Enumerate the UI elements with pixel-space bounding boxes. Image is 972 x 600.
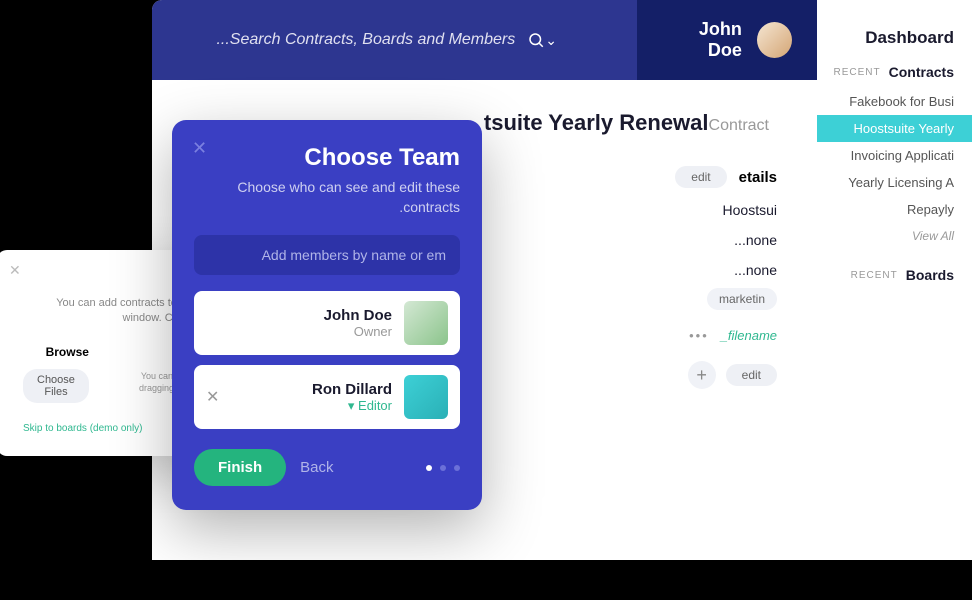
sidebar: Dashboard Contracts RECENT Fakebook for … bbox=[817, 0, 972, 560]
choose-files-button[interactable]: Choose Files bbox=[23, 369, 89, 403]
user-menu[interactable]: John Doe bbox=[662, 19, 792, 61]
member-role-dropdown[interactable]: Editor ▾ bbox=[231, 398, 392, 414]
sidebar-item-0[interactable]: Fakebook for Busi bbox=[817, 88, 972, 115]
member-role: Owner bbox=[206, 324, 392, 339]
back-button[interactable]: Back bbox=[300, 459, 333, 476]
modal-title: Choose Team bbox=[194, 144, 460, 172]
sidebar-item-1[interactable]: Hoostsuite Yearly bbox=[817, 115, 972, 142]
search-icon bbox=[527, 31, 545, 49]
sidebar-item-4[interactable]: Repayly bbox=[817, 196, 972, 223]
member-name: Ron Dillard bbox=[231, 381, 392, 398]
sidebar-viewall[interactable]: View All bbox=[817, 223, 972, 249]
member-input[interactable] bbox=[194, 235, 460, 275]
close-icon[interactable]: ✕ bbox=[192, 138, 207, 159]
remove-member-icon[interactable]: ✕ bbox=[206, 387, 219, 407]
avatar bbox=[404, 301, 448, 345]
member-card-0: John Doe Owner bbox=[194, 291, 460, 355]
search[interactable]: Search Contracts, Boards and Members... bbox=[216, 31, 545, 49]
details-heading: etails bbox=[739, 169, 777, 186]
avatar bbox=[404, 375, 448, 419]
nav-boards-header[interactable]: Boards RECENT bbox=[817, 259, 972, 291]
tag-pill[interactable]: marketin bbox=[707, 288, 777, 310]
avatar bbox=[757, 22, 792, 58]
sidebar-item-2[interactable]: Invoicing Applicati bbox=[817, 142, 972, 169]
browse-col: Browse Choose Files bbox=[23, 345, 89, 403]
member-name: John Doe bbox=[206, 307, 392, 324]
close-icon[interactable]: ✕ bbox=[9, 262, 21, 279]
edit-button-2[interactable]: edit bbox=[726, 364, 777, 386]
edit-button[interactable]: edit bbox=[675, 166, 726, 188]
nav-dashboard[interactable]: Dashboard bbox=[817, 20, 972, 56]
topbar-nav: ⌄ Search Contracts, Boards and Members..… bbox=[152, 0, 637, 80]
modal-subtitle: Choose who can see and edit these contra… bbox=[194, 178, 460, 217]
more-icon[interactable]: ••• bbox=[689, 328, 709, 343]
chevron-down-icon[interactable]: ⌄ bbox=[545, 32, 557, 49]
nav-contracts-header[interactable]: Contracts RECENT bbox=[817, 56, 972, 88]
member-card-1: Ron Dillard Editor ▾ ✕ bbox=[194, 365, 460, 429]
sidebar-item-3[interactable]: Yearly Licensing A bbox=[817, 169, 972, 196]
add-button[interactable]: + bbox=[688, 361, 716, 389]
topbar-user: John Doe bbox=[637, 0, 817, 80]
finish-button[interactable]: Finish bbox=[194, 449, 286, 486]
choose-team-modal: ✕ Choose Team Choose who can see and edi… bbox=[172, 120, 482, 510]
step-indicator bbox=[426, 465, 460, 471]
